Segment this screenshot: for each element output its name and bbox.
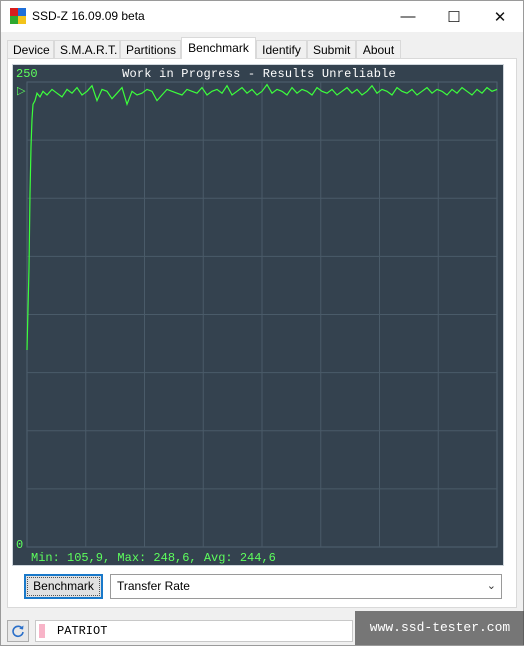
current-value-marker-icon: ▷ [17,86,26,98]
benchmark-button[interactable]: Benchmark [24,574,103,599]
tab-about[interactable]: About [356,40,401,58]
tab-partitions[interactable]: Partitions [120,40,181,58]
drive-selector[interactable]: PATRIOT [35,620,353,642]
chevron-down-icon[interactable]: ⌄ [487,575,496,598]
drive-color-indicator [39,624,45,638]
drive-name: PATRIOT [57,624,108,638]
chart-canvas [26,81,498,548]
watermark: www.ssd-tester.com [355,611,524,645]
window-title: SSD-Z 16.09.09 beta [32,9,145,23]
benchmark-mode-value: Transfer Rate [117,579,190,593]
ssdz-app-icon [10,8,26,24]
benchmark-stats: Min: 105,9, Max: 248,6, Avg: 244,6 [31,551,276,565]
app-window: SSD-Z 16.09.09 beta — ☐ ✕ Device S.M.A.R… [0,0,524,646]
title-bar[interactable]: SSD-Z 16.09.09 beta — ☐ ✕ [1,1,523,32]
refresh-icon[interactable] [7,620,29,642]
maximize-button[interactable]: ☐ [431,1,477,32]
y-axis-max-label: 250 [16,67,38,81]
tab-identify[interactable]: Identify [256,40,307,58]
benchmark-chart: Work in Progress - Results Unreliable 25… [12,64,504,566]
tab-submit[interactable]: Submit [307,40,356,58]
tab-smart[interactable]: S.M.A.R.T. [54,40,120,58]
benchmark-mode-select[interactable]: Transfer Rate ⌄ [110,574,502,599]
tab-device[interactable]: Device [7,40,54,58]
y-axis-min-label: 0 [16,538,24,552]
tab-strip: Device S.M.A.R.T. Partitions Benchmark I… [7,37,517,59]
close-button[interactable]: ✕ [477,1,523,32]
minimize-button[interactable]: — [385,1,431,32]
chart-title: Work in Progress - Results Unreliable [122,67,396,81]
tab-benchmark[interactable]: Benchmark [181,37,256,59]
